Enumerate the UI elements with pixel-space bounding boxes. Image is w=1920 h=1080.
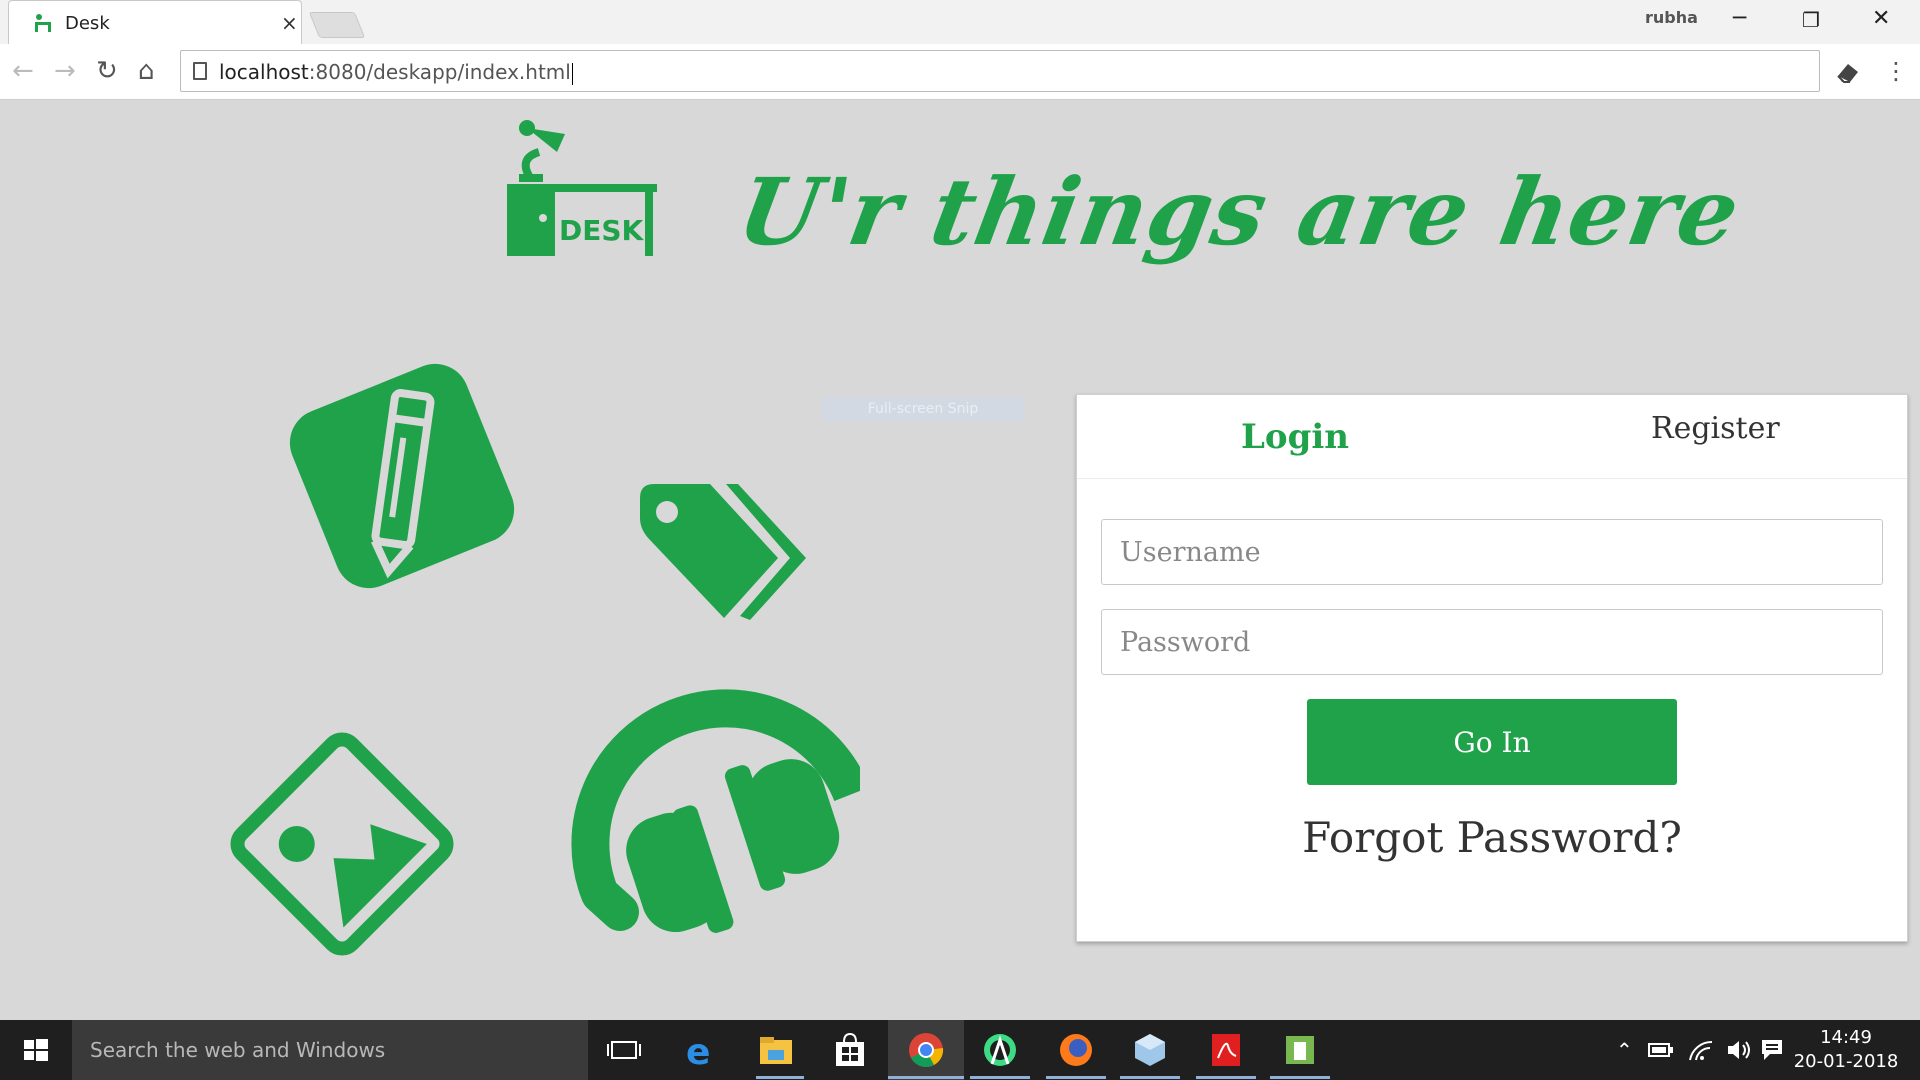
windows-taskbar: Search the web and Windows e ⌃ 14:49 20-…: [0, 1020, 1920, 1080]
chrome-running-indicator: [888, 1076, 964, 1079]
url-text[interactable]: localhost:8080/deskapp/index.html: [219, 60, 573, 85]
battery-icon[interactable]: [1648, 1042, 1674, 1058]
restore-icon[interactable]: ❐: [1802, 8, 1820, 32]
tab-register[interactable]: Register: [1651, 411, 1780, 446]
back-icon[interactable]: ←: [12, 56, 34, 86]
action-center-icon[interactable]: [1760, 1038, 1784, 1062]
tab-close-icon[interactable]: ×: [281, 11, 298, 35]
browser-titlebar: Desk × rubha ─ ❐ ✕: [0, 0, 1920, 44]
auth-tabs: Login Register: [1077, 395, 1907, 479]
minimize-icon[interactable]: ─: [1733, 6, 1746, 31]
svg-text:e: e: [686, 1032, 710, 1070]
studio-running-indicator: [970, 1076, 1030, 1079]
home-icon[interactable]: ⌂: [138, 56, 155, 86]
explorer-running-indicator: [756, 1076, 804, 1079]
password-input[interactable]: [1101, 609, 1883, 675]
firefox-icon[interactable]: [1056, 1030, 1096, 1070]
edge-icon[interactable]: e: [680, 1030, 720, 1070]
browser-toolbar: ← → ↻ ⌂ localhost:8080/deskapp/index.htm…: [0, 44, 1920, 100]
store-icon[interactable]: [830, 1030, 870, 1070]
task-view-icon[interactable]: [604, 1030, 644, 1070]
desk-favicon-icon: [35, 14, 51, 32]
page-icon: [193, 62, 207, 80]
profile-name[interactable]: rubha: [1645, 8, 1698, 27]
reload-icon[interactable]: ↻: [96, 56, 118, 86]
tray-chevron-icon[interactable]: ⌃: [1616, 1038, 1633, 1062]
go-in-button[interactable]: Go In: [1307, 699, 1677, 785]
tab-login[interactable]: Login: [1241, 417, 1349, 457]
desk-logo: DESK: [507, 120, 657, 256]
image-icon: [230, 732, 454, 956]
tag-icon: [640, 484, 806, 620]
wifi-icon[interactable]: [1688, 1038, 1714, 1062]
forgot-password-link[interactable]: Forgot Password?: [1077, 813, 1907, 862]
file-explorer-icon[interactable]: [756, 1030, 796, 1070]
address-bar[interactable]: localhost:8080/deskapp/index.html: [180, 50, 1820, 92]
browser-menu-icon[interactable]: ⋮: [1884, 56, 1908, 86]
tagline: U'r things are here: [730, 158, 1748, 266]
android-studio-icon[interactable]: [980, 1030, 1020, 1070]
browser-tab[interactable]: Desk ×: [8, 0, 302, 44]
virtualbox-icon[interactable]: [1130, 1030, 1170, 1070]
notepad-icon[interactable]: [1280, 1030, 1320, 1070]
firefox-running-indicator: [1046, 1076, 1106, 1079]
taskbar-clock[interactable]: 14:49 20-01-2018: [1786, 1026, 1906, 1074]
volume-icon[interactable]: [1726, 1038, 1752, 1062]
username-input[interactable]: [1101, 519, 1883, 585]
vbox-running-indicator: [1120, 1076, 1180, 1079]
acrobat-icon[interactable]: [1206, 1030, 1246, 1070]
app-page: DESK U'r things are here Full-screen Sni…: [0, 100, 1920, 1020]
pencil-note-icon: [289, 363, 515, 589]
eraser-extension-icon[interactable]: [1834, 58, 1862, 86]
login-card: Login Register Go In Forgot Password?: [1076, 394, 1908, 942]
taskbar-search-box[interactable]: Search the web and Windows: [72, 1020, 588, 1080]
clock-date: 20-01-2018: [1793, 1051, 1899, 1072]
logo-text: DESK: [559, 214, 645, 247]
window-close-icon[interactable]: ✕: [1872, 6, 1890, 31]
forward-icon[interactable]: →: [54, 56, 76, 86]
clock-time: 14:49: [1820, 1027, 1872, 1048]
new-tab-button[interactable]: [308, 12, 366, 38]
windows-start-icon[interactable]: [0, 1020, 72, 1080]
notepad-running-indicator: [1270, 1076, 1330, 1079]
chrome-icon[interactable]: [906, 1030, 946, 1070]
snip-ghost-text: Full-screen Snip: [822, 397, 1024, 421]
acrobat-running-indicator: [1196, 1076, 1256, 1079]
tab-title: Desk: [65, 13, 110, 34]
headphones-icon: [571, 689, 860, 933]
